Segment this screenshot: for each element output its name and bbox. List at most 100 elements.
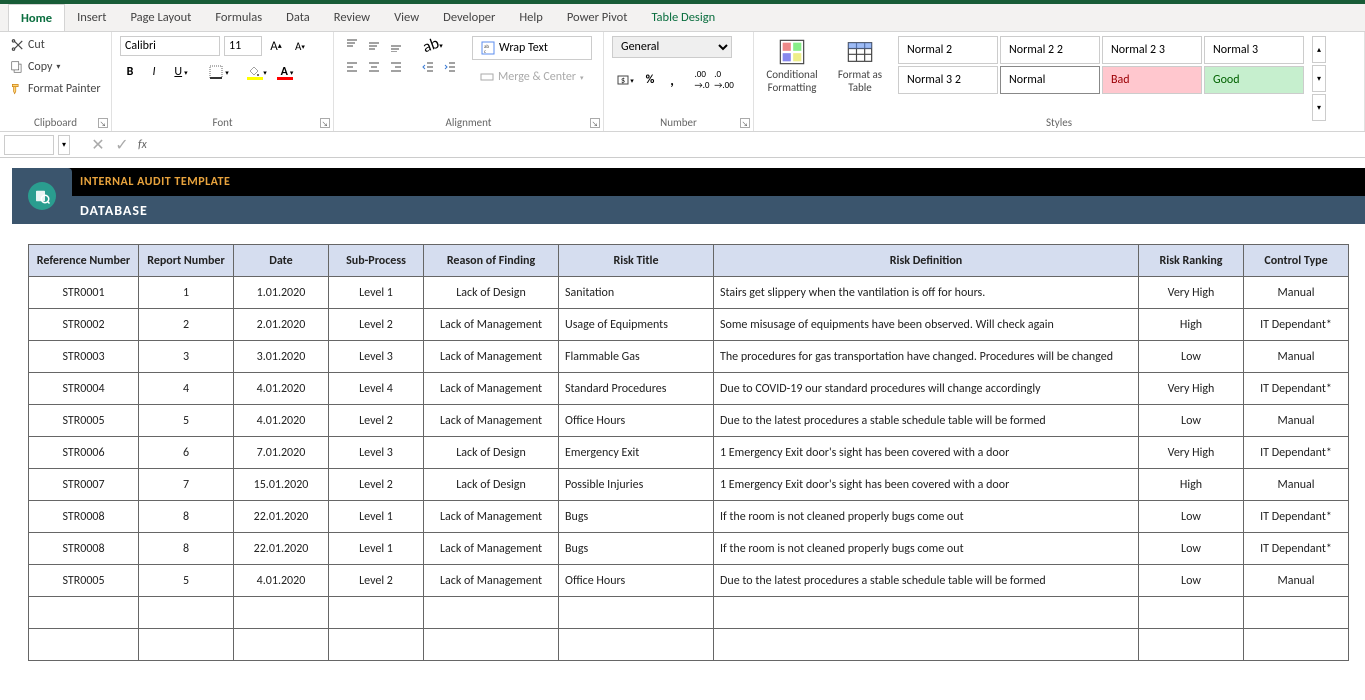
cell-rank[interactable]: Very High	[1139, 277, 1244, 309]
decrease-font-button[interactable]: A▾	[290, 36, 310, 56]
style-normal2[interactable]: Normal 2	[898, 36, 998, 64]
cell-riskTitle[interactable]: Bugs	[559, 501, 714, 533]
cell-riskDef[interactable]: 1 Emergency Exit door's sight has been c…	[714, 469, 1139, 501]
header-controltype[interactable]: Control Type	[1244, 245, 1349, 277]
styles-scroll-down[interactable]: ▾	[1312, 65, 1326, 92]
fx-icon[interactable]: fx	[138, 138, 147, 152]
align-bottom-button[interactable]	[386, 36, 406, 54]
cell-rep[interactable]: 5	[139, 405, 234, 437]
cell-reason[interactable]: Lack of Management	[424, 341, 559, 373]
cell-riskTitle[interactable]	[559, 597, 714, 629]
cell-riskDef[interactable]: Due to the latest procedures a stable sc…	[714, 565, 1139, 597]
cell-ctrl[interactable]: IT Dependant*	[1244, 533, 1349, 565]
tab-insert[interactable]: Insert	[65, 4, 118, 31]
cell-reason[interactable]: Lack of Management	[424, 533, 559, 565]
tab-tabledesign[interactable]: Table Design	[639, 4, 727, 31]
cell-reason[interactable]	[424, 597, 559, 629]
table-row[interactable]: STR0007715.01.2020Level 2Lack of DesignP…	[29, 469, 1349, 501]
tab-help[interactable]: Help	[507, 4, 554, 31]
header-report[interactable]: Report Number	[139, 245, 234, 277]
cell-rep[interactable]: 2	[139, 309, 234, 341]
cell-ref[interactable]: STR0005	[29, 405, 139, 437]
border-button[interactable]: ▾	[206, 62, 232, 82]
cell-ref[interactable]	[29, 629, 139, 661]
cell-ref[interactable]: STR0002	[29, 309, 139, 341]
tab-pagelayout[interactable]: Page Layout	[118, 4, 203, 31]
header-subprocess[interactable]: Sub-Process	[329, 245, 424, 277]
cell-ctrl[interactable]: Manual	[1244, 565, 1349, 597]
cell-riskTitle[interactable]: Usage of Equipments	[559, 309, 714, 341]
format-painter-button[interactable]: Format Painter	[8, 80, 103, 98]
cell-ctrl[interactable]: Manual	[1244, 341, 1349, 373]
table-row[interactable]	[29, 629, 1349, 661]
merge-center-button[interactable]: Merge & Center ▾	[472, 66, 592, 88]
align-top-button[interactable]	[342, 36, 362, 54]
cell-ctrl[interactable]	[1244, 629, 1349, 661]
cell-rep[interactable]: 6	[139, 437, 234, 469]
header-riskdef[interactable]: Risk Definition	[714, 245, 1139, 277]
cell-ref[interactable]: STR0003	[29, 341, 139, 373]
cell-rep[interactable]: 8	[139, 501, 234, 533]
increase-decimal-button[interactable]: .00→.0	[692, 70, 712, 90]
cell-sub[interactable]: Level 2	[329, 309, 424, 341]
cell-date[interactable]: 15.01.2020	[234, 469, 329, 501]
orientation-button[interactable]: ab▾	[418, 36, 448, 54]
table-row[interactable]: STR000554.01.2020Level 2Lack of Manageme…	[29, 405, 1349, 437]
cell-date[interactable]: 22.01.2020	[234, 533, 329, 565]
header-reason[interactable]: Reason of Finding	[424, 245, 559, 277]
font-color-button[interactable]: A ▾	[274, 62, 300, 82]
cell-ref[interactable]: STR0008	[29, 533, 139, 565]
styles-scroll-up[interactable]: ▴	[1312, 36, 1326, 63]
cell-riskTitle[interactable]	[559, 629, 714, 661]
decrease-indent-button[interactable]	[418, 58, 438, 76]
cancel-formula-button[interactable]: ✕	[86, 135, 110, 155]
cell-riskTitle[interactable]: Emergency Exit	[559, 437, 714, 469]
format-as-table-button[interactable]: Format as Table	[830, 36, 890, 94]
cell-rank[interactable]: Low	[1139, 565, 1244, 597]
table-row[interactable]: STR000554.01.2020Level 2Lack of Manageme…	[29, 565, 1349, 597]
cell-date[interactable]: 4.01.2020	[234, 405, 329, 437]
cell-sub[interactable]	[329, 629, 424, 661]
tab-view[interactable]: View	[382, 4, 431, 31]
cell-riskDef[interactable]	[714, 597, 1139, 629]
align-left-button[interactable]	[342, 58, 362, 76]
cell-riskTitle[interactable]: Office Hours	[559, 405, 714, 437]
name-box-dropdown[interactable]: ▾	[58, 135, 70, 155]
cell-reason[interactable]: Lack of Design	[424, 469, 559, 501]
cell-rank[interactable]: Low	[1139, 533, 1244, 565]
cell-riskDef[interactable]: The procedures for gas transportation ha…	[714, 341, 1139, 373]
cell-rank[interactable]: Low	[1139, 501, 1244, 533]
cell-sub[interactable]: Level 1	[329, 533, 424, 565]
cell-riskTitle[interactable]: Bugs	[559, 533, 714, 565]
table-row[interactable]: STR000333.01.2020Level 3Lack of Manageme…	[29, 341, 1349, 373]
header-rank[interactable]: Risk Ranking	[1139, 245, 1244, 277]
style-normal3[interactable]: Normal 3	[1204, 36, 1304, 64]
alignment-dialog-launcher[interactable]: ↘	[590, 118, 600, 128]
cell-sub[interactable]: Level 1	[329, 277, 424, 309]
enter-formula-button[interactable]: ✓	[110, 135, 134, 155]
cell-ref[interactable]	[29, 597, 139, 629]
cell-date[interactable]: 7.01.2020	[234, 437, 329, 469]
cell-ctrl[interactable]: IT Dependant*	[1244, 501, 1349, 533]
cell-rank[interactable]: Low	[1139, 405, 1244, 437]
tab-developer[interactable]: Developer	[431, 4, 507, 31]
cell-rep[interactable]: 1	[139, 277, 234, 309]
table-row[interactable]: STR000111.01.2020Level 1Lack of DesignSa…	[29, 277, 1349, 309]
cell-rep[interactable]	[139, 597, 234, 629]
cell-ctrl[interactable]: IT Dependant*	[1244, 437, 1349, 469]
number-format-select[interactable]: General	[612, 36, 732, 58]
font-dialog-launcher[interactable]: ↘	[320, 118, 330, 128]
cell-reason[interactable]: Lack of Management	[424, 373, 559, 405]
cell-rep[interactable]	[139, 629, 234, 661]
formula-input[interactable]	[151, 136, 1365, 154]
cell-rank[interactable]: High	[1139, 469, 1244, 501]
cell-sub[interactable]: Level 1	[329, 501, 424, 533]
cell-sub[interactable]: Level 2	[329, 405, 424, 437]
cell-ref[interactable]: STR0005	[29, 565, 139, 597]
cell-sub[interactable]: Level 4	[329, 373, 424, 405]
cell-reason[interactable]	[424, 629, 559, 661]
table-row[interactable]: STR000667.01.2020Level 3Lack of DesignEm…	[29, 437, 1349, 469]
cell-rep[interactable]: 8	[139, 533, 234, 565]
header-date[interactable]: Date	[234, 245, 329, 277]
cell-riskDef[interactable]: Stairs get slippery when the vantilation…	[714, 277, 1139, 309]
